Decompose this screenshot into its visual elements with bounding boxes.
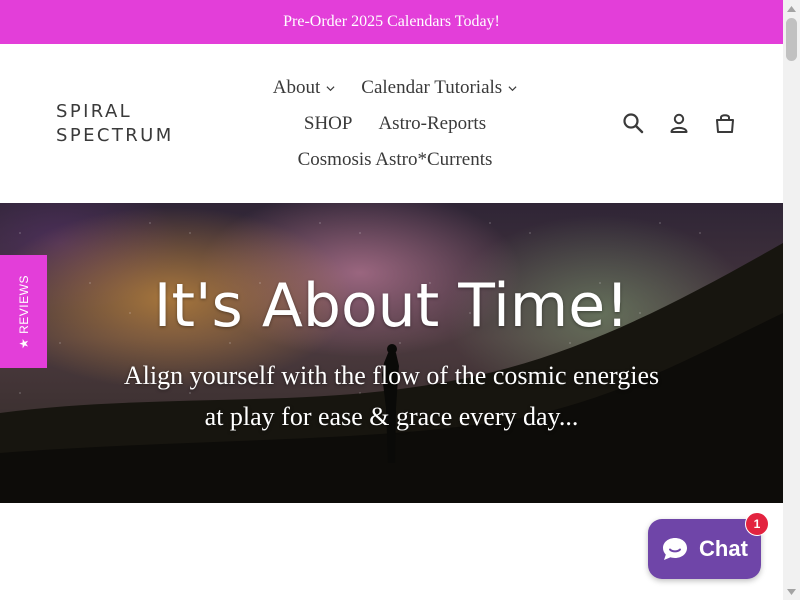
chat-button[interactable]: Chat [648,519,761,579]
scroll-up-arrow-icon[interactable] [783,0,800,17]
scroll-down-arrow-icon[interactable] [783,583,800,600]
chevron-down-icon[interactable] [326,84,335,93]
nav-row-1: About Calendar Tutorials [250,70,540,106]
reviews-tab[interactable]: ★ REVIEWS [0,255,47,368]
reviews-tab-label[interactable]: ★ REVIEWS [17,275,31,349]
search-icon[interactable] [620,110,646,136]
nav-item-about-label[interactable]: About [273,77,321,99]
nav-item-calendar-tutorials[interactable]: Calendar Tutorials [361,77,517,99]
nav-row-2: SHOP Astro-Reports [250,106,540,142]
nav-item-astro-reports[interactable]: Astro-Reports [378,113,486,135]
nav-item-cosmosis[interactable]: Cosmosis Astro*Currents [298,149,493,171]
main-nav: About Calendar Tutorials SHOP Astro-Repo… [250,70,540,178]
announcement-bar[interactable]: Pre-Order 2025 Calendars Today! [0,0,783,44]
chat-bubble-icon[interactable] [661,536,689,562]
site-logo[interactable]: SPIRAL SPECTRUM [56,100,206,148]
cart-icon[interactable] [712,110,738,136]
hero-banner: It's About Time! Align yourself with the… [0,203,783,503]
nav-row-3: Cosmosis Astro*Currents [250,142,540,178]
chevron-down-icon[interactable] [508,84,517,93]
hero-landscape-silhouette [0,243,783,503]
chat-notification-badge[interactable]: 1 [745,512,769,536]
account-icon[interactable] [666,110,692,136]
logo-line-2[interactable]: SPECTRUM [56,124,206,148]
site-header: SPIRAL SPECTRUM About Calendar Tutorials… [0,44,783,203]
nav-item-calendar-tutorials-label[interactable]: Calendar Tutorials [361,77,502,99]
chat-label[interactable]: Chat [699,536,748,562]
scrollbar-thumb[interactable] [786,18,797,61]
announcement-text[interactable]: Pre-Order 2025 Calendars Today! [283,13,500,31]
header-icons [620,110,738,136]
hero-title: It's About Time! [153,271,630,341]
logo-line-1[interactable]: SPIRAL [56,100,206,124]
nav-item-shop[interactable]: SHOP [304,113,353,135]
page: Pre-Order 2025 Calendars Today! SPIRAL S… [0,0,783,600]
vertical-scrollbar[interactable] [783,0,800,600]
nav-item-about[interactable]: About [273,77,336,99]
hero-subtitle: Align yourself with the flow of the cosm… [123,361,660,431]
